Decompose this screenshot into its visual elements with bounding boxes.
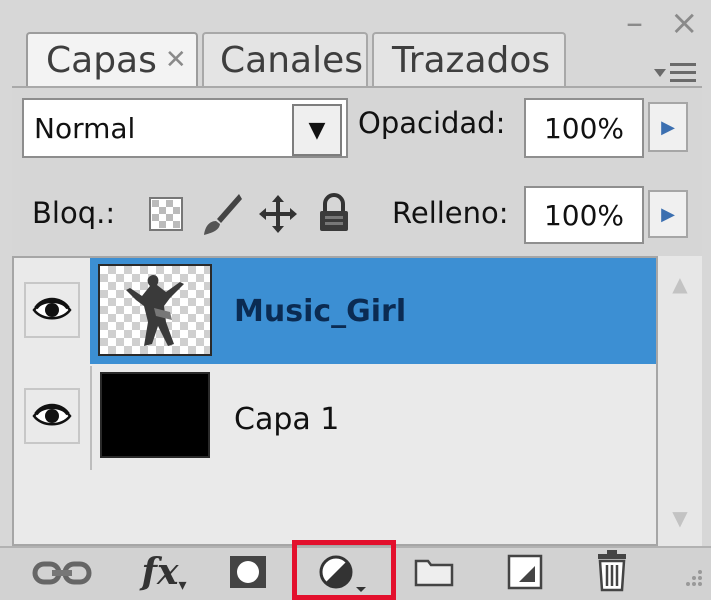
lock-position-icon[interactable] [256,192,300,236]
blend-mode-value: Normal [34,111,136,145]
layers-panel: – × Capas ✕ Canales Trazados Normal ▼ Op… [0,0,711,600]
layer-thumbnail[interactable] [100,372,210,458]
row-divider [90,366,92,470]
new-group-icon[interactable] [412,552,456,590]
panel-menu-icon[interactable] [652,58,702,86]
fill-label: Relleno: [392,196,509,230]
lock-all-icon[interactable] [314,192,354,234]
new-layer-icon[interactable] [504,552,546,592]
layer-name[interactable]: Music_Girl [234,294,406,329]
delete-layer-icon[interactable] [590,548,634,594]
tab-close-icon[interactable]: ✕ [165,45,187,75]
tab-capas[interactable]: Capas ✕ [26,32,198,86]
scroll-down-icon[interactable]: ▼ [658,504,702,532]
eye-icon [32,403,72,426]
visibility-toggle[interactable] [24,282,80,338]
lock-transparent-icon[interactable] [146,194,186,234]
fill-slider-arrow[interactable]: ▶ [648,190,688,238]
scroll-up-icon[interactable]: ▲ [658,270,702,298]
minimize-icon[interactable]: – [626,6,643,40]
fill-field[interactable]: 100% [524,186,644,244]
visibility-toggle[interactable] [24,388,80,444]
lock-image-icon[interactable] [198,190,244,238]
fx-label: fx [141,551,179,593]
add-mask-icon[interactable] [222,552,274,592]
tab-label: Trazados [392,39,551,81]
blend-mode-select[interactable]: Normal ▼ [22,98,348,158]
scrollbar[interactable]: ▲ ▼ [658,256,702,546]
tab-label: Canales [220,39,363,81]
layer-name[interactable]: Capa 1 [234,402,339,437]
eye-icon [32,297,72,320]
tab-label: Capas [46,39,157,81]
chevron-down-icon[interactable]: ▼ [292,104,342,156]
tab-trazados[interactable]: Trazados [372,32,566,86]
opacity-label: Opacidad: [358,106,506,140]
girl-silhouette-icon [126,275,184,346]
opacity-field[interactable]: 100% [524,98,644,158]
layer-thumbnail[interactable] [98,264,212,356]
layer-style-icon[interactable]: fx ▾ [128,548,200,596]
fill-value: 100% [543,198,625,232]
link-layers-icon[interactable] [30,556,94,590]
tab-canales[interactable]: Canales [202,32,368,86]
opacity-value: 100% [543,111,625,145]
layer-row: Capa 1 [14,366,656,470]
close-icon[interactable]: × [670,6,699,40]
resize-grip-icon[interactable] [678,566,704,592]
layer-row: Music_Girl [14,258,656,364]
opacity-slider-arrow[interactable]: ▶ [648,102,688,152]
lock-label: Bloq.: [32,196,116,230]
adjustment-layer-icon[interactable] [310,552,384,594]
